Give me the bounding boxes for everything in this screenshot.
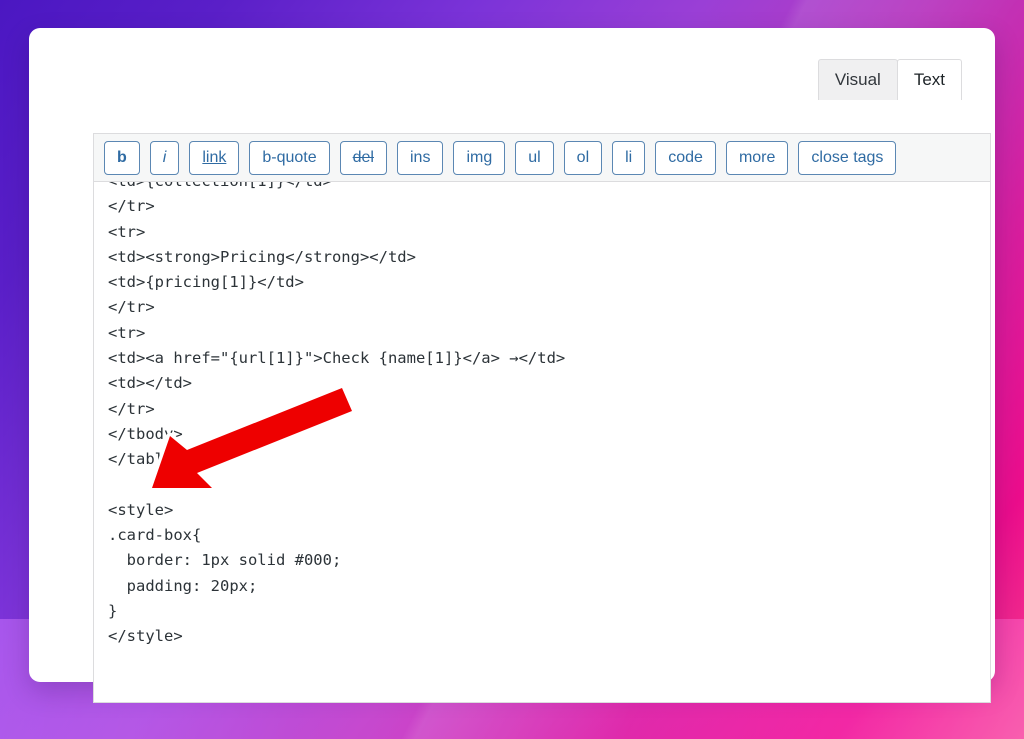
text-editor-container: b i link b-quote del ins img ul ol li co… [93, 133, 991, 703]
qt-button-del[interactable]: del [339, 140, 387, 175]
tab-visual[interactable]: Visual [817, 59, 898, 100]
qt-button-more[interactable]: more [725, 140, 789, 175]
screenshot-root: Visual Text b i link b-quote del ins img… [0, 0, 1024, 739]
qt-button-li[interactable]: li [612, 140, 646, 175]
code-textarea[interactable]: <td>{collection[1]}</td> </tr> <tr> <td>… [94, 182, 990, 702]
editor-page-card: Visual Text b i link b-quote del ins img… [29, 28, 995, 703]
qt-button-bold[interactable]: b [104, 140, 140, 175]
qt-button-italic[interactable]: i [149, 140, 180, 175]
qt-button-blockquote[interactable]: b-quote [249, 140, 330, 175]
code-content[interactable]: <td>{collection[1]}</td> </tr> <tr> <td>… [94, 182, 990, 650]
qt-button-ins[interactable]: ins [396, 140, 444, 175]
qt-button-code[interactable]: code [655, 140, 716, 175]
quicktags-toolbar: b i link b-quote del ins img ul ol li co… [94, 134, 990, 182]
qt-button-link[interactable]: link [189, 140, 240, 175]
qt-button-close-tags[interactable]: close tags [798, 140, 897, 175]
tab-text[interactable]: Text [896, 59, 962, 100]
qt-button-img[interactable]: img [453, 140, 506, 175]
editor-mode-tabs: Visual Text [817, 59, 962, 100]
qt-button-ul[interactable]: ul [515, 140, 554, 175]
qt-button-ol[interactable]: ol [563, 140, 603, 175]
